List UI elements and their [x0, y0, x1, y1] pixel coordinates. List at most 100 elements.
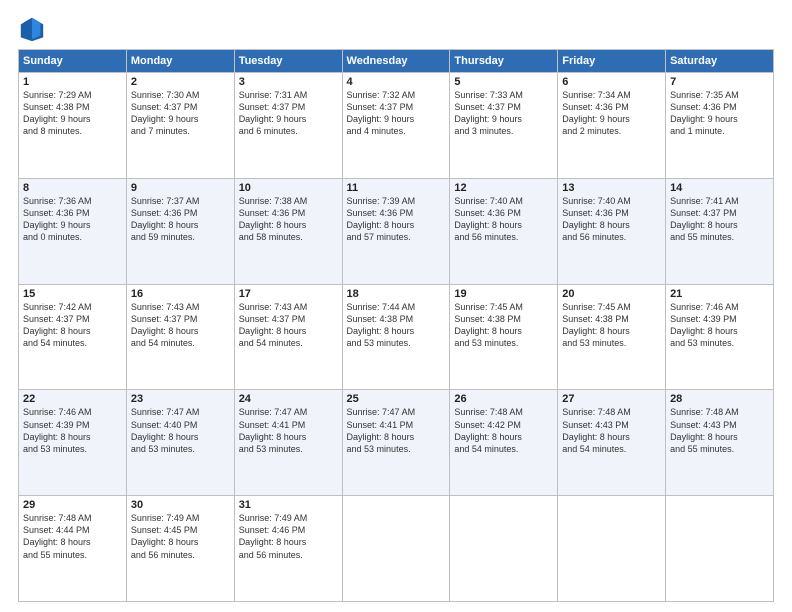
day-info: Sunrise: 7:31 AM Sunset: 4:37 PM Dayligh… [239, 89, 338, 138]
day-cell-12: 12Sunrise: 7:40 AM Sunset: 4:36 PM Dayli… [450, 178, 558, 284]
day-cell-10: 10Sunrise: 7:38 AM Sunset: 4:36 PM Dayli… [234, 178, 342, 284]
day-info: Sunrise: 7:48 AM Sunset: 4:43 PM Dayligh… [670, 406, 769, 455]
day-number: 7 [670, 76, 769, 88]
day-number: 21 [670, 288, 769, 300]
day-number: 11 [347, 182, 446, 194]
day-info: Sunrise: 7:39 AM Sunset: 4:36 PM Dayligh… [347, 195, 446, 244]
day-number: 26 [454, 393, 553, 405]
day-info: Sunrise: 7:38 AM Sunset: 4:36 PM Dayligh… [239, 195, 338, 244]
day-number: 8 [23, 182, 122, 194]
day-info: Sunrise: 7:35 AM Sunset: 4:36 PM Dayligh… [670, 89, 769, 138]
empty-cell [342, 496, 450, 602]
day-info: Sunrise: 7:37 AM Sunset: 4:36 PM Dayligh… [131, 195, 230, 244]
day-cell-4: 4Sunrise: 7:32 AM Sunset: 4:37 PM Daylig… [342, 73, 450, 179]
day-cell-25: 25Sunrise: 7:47 AM Sunset: 4:41 PM Dayli… [342, 390, 450, 496]
day-number: 15 [23, 288, 122, 300]
day-cell-27: 27Sunrise: 7:48 AM Sunset: 4:43 PM Dayli… [558, 390, 666, 496]
day-info: Sunrise: 7:41 AM Sunset: 4:37 PM Dayligh… [670, 195, 769, 244]
calendar-table: SundayMondayTuesdayWednesdayThursdayFrid… [18, 49, 774, 602]
day-cell-31: 31Sunrise: 7:49 AM Sunset: 4:46 PM Dayli… [234, 496, 342, 602]
weekday-wednesday: Wednesday [342, 50, 450, 73]
day-info: Sunrise: 7:40 AM Sunset: 4:36 PM Dayligh… [454, 195, 553, 244]
week-row-1: 1Sunrise: 7:29 AM Sunset: 4:38 PM Daylig… [19, 73, 774, 179]
day-info: Sunrise: 7:45 AM Sunset: 4:38 PM Dayligh… [562, 301, 661, 350]
day-cell-13: 13Sunrise: 7:40 AM Sunset: 4:36 PM Dayli… [558, 178, 666, 284]
day-number: 22 [23, 393, 122, 405]
day-cell-23: 23Sunrise: 7:47 AM Sunset: 4:40 PM Dayli… [126, 390, 234, 496]
weekday-monday: Monday [126, 50, 234, 73]
day-number: 3 [239, 76, 338, 88]
day-info: Sunrise: 7:43 AM Sunset: 4:37 PM Dayligh… [131, 301, 230, 350]
day-cell-22: 22Sunrise: 7:46 AM Sunset: 4:39 PM Dayli… [19, 390, 127, 496]
day-cell-16: 16Sunrise: 7:43 AM Sunset: 4:37 PM Dayli… [126, 284, 234, 390]
weekday-friday: Friday [558, 50, 666, 73]
day-info: Sunrise: 7:45 AM Sunset: 4:38 PM Dayligh… [454, 301, 553, 350]
day-number: 24 [239, 393, 338, 405]
day-cell-9: 9Sunrise: 7:37 AM Sunset: 4:36 PM Daylig… [126, 178, 234, 284]
day-info: Sunrise: 7:48 AM Sunset: 4:43 PM Dayligh… [562, 406, 661, 455]
day-number: 27 [562, 393, 661, 405]
day-cell-29: 29Sunrise: 7:48 AM Sunset: 4:44 PM Dayli… [19, 496, 127, 602]
day-info: Sunrise: 7:29 AM Sunset: 4:38 PM Dayligh… [23, 89, 122, 138]
day-number: 4 [347, 76, 446, 88]
day-cell-24: 24Sunrise: 7:47 AM Sunset: 4:41 PM Dayli… [234, 390, 342, 496]
day-info: Sunrise: 7:43 AM Sunset: 4:37 PM Dayligh… [239, 301, 338, 350]
day-number: 25 [347, 393, 446, 405]
day-cell-7: 7Sunrise: 7:35 AM Sunset: 4:36 PM Daylig… [666, 73, 774, 179]
day-number: 29 [23, 499, 122, 511]
empty-cell [558, 496, 666, 602]
day-cell-18: 18Sunrise: 7:44 AM Sunset: 4:38 PM Dayli… [342, 284, 450, 390]
day-info: Sunrise: 7:30 AM Sunset: 4:37 PM Dayligh… [131, 89, 230, 138]
day-info: Sunrise: 7:48 AM Sunset: 4:42 PM Dayligh… [454, 406, 553, 455]
day-cell-11: 11Sunrise: 7:39 AM Sunset: 4:36 PM Dayli… [342, 178, 450, 284]
logo [18, 15, 50, 43]
day-cell-3: 3Sunrise: 7:31 AM Sunset: 4:37 PM Daylig… [234, 73, 342, 179]
day-info: Sunrise: 7:46 AM Sunset: 4:39 PM Dayligh… [23, 406, 122, 455]
day-number: 28 [670, 393, 769, 405]
day-info: Sunrise: 7:33 AM Sunset: 4:37 PM Dayligh… [454, 89, 553, 138]
day-number: 14 [670, 182, 769, 194]
day-cell-20: 20Sunrise: 7:45 AM Sunset: 4:38 PM Dayli… [558, 284, 666, 390]
day-number: 20 [562, 288, 661, 300]
weekday-saturday: Saturday [666, 50, 774, 73]
day-cell-26: 26Sunrise: 7:48 AM Sunset: 4:42 PM Dayli… [450, 390, 558, 496]
day-number: 19 [454, 288, 553, 300]
day-number: 2 [131, 76, 230, 88]
day-cell-15: 15Sunrise: 7:42 AM Sunset: 4:37 PM Dayli… [19, 284, 127, 390]
day-info: Sunrise: 7:47 AM Sunset: 4:40 PM Dayligh… [131, 406, 230, 455]
day-cell-19: 19Sunrise: 7:45 AM Sunset: 4:38 PM Dayli… [450, 284, 558, 390]
day-info: Sunrise: 7:49 AM Sunset: 4:45 PM Dayligh… [131, 512, 230, 561]
weekday-header-row: SundayMondayTuesdayWednesdayThursdayFrid… [19, 50, 774, 73]
day-cell-21: 21Sunrise: 7:46 AM Sunset: 4:39 PM Dayli… [666, 284, 774, 390]
day-number: 1 [23, 76, 122, 88]
week-row-3: 15Sunrise: 7:42 AM Sunset: 4:37 PM Dayli… [19, 284, 774, 390]
day-cell-28: 28Sunrise: 7:48 AM Sunset: 4:43 PM Dayli… [666, 390, 774, 496]
weekday-sunday: Sunday [19, 50, 127, 73]
day-cell-8: 8Sunrise: 7:36 AM Sunset: 4:36 PM Daylig… [19, 178, 127, 284]
day-cell-14: 14Sunrise: 7:41 AM Sunset: 4:37 PM Dayli… [666, 178, 774, 284]
day-number: 23 [131, 393, 230, 405]
week-row-4: 22Sunrise: 7:46 AM Sunset: 4:39 PM Dayli… [19, 390, 774, 496]
page-header [18, 15, 774, 43]
day-number: 10 [239, 182, 338, 194]
day-cell-2: 2Sunrise: 7:30 AM Sunset: 4:37 PM Daylig… [126, 73, 234, 179]
weekday-thursday: Thursday [450, 50, 558, 73]
day-info: Sunrise: 7:47 AM Sunset: 4:41 PM Dayligh… [347, 406, 446, 455]
day-number: 30 [131, 499, 230, 511]
day-number: 13 [562, 182, 661, 194]
day-info: Sunrise: 7:48 AM Sunset: 4:44 PM Dayligh… [23, 512, 122, 561]
week-row-2: 8Sunrise: 7:36 AM Sunset: 4:36 PM Daylig… [19, 178, 774, 284]
day-number: 18 [347, 288, 446, 300]
day-info: Sunrise: 7:32 AM Sunset: 4:37 PM Dayligh… [347, 89, 446, 138]
week-row-5: 29Sunrise: 7:48 AM Sunset: 4:44 PM Dayli… [19, 496, 774, 602]
day-number: 5 [454, 76, 553, 88]
day-number: 9 [131, 182, 230, 194]
day-info: Sunrise: 7:49 AM Sunset: 4:46 PM Dayligh… [239, 512, 338, 561]
day-info: Sunrise: 7:42 AM Sunset: 4:37 PM Dayligh… [23, 301, 122, 350]
day-cell-30: 30Sunrise: 7:49 AM Sunset: 4:45 PM Dayli… [126, 496, 234, 602]
day-info: Sunrise: 7:44 AM Sunset: 4:38 PM Dayligh… [347, 301, 446, 350]
day-cell-17: 17Sunrise: 7:43 AM Sunset: 4:37 PM Dayli… [234, 284, 342, 390]
day-info: Sunrise: 7:40 AM Sunset: 4:36 PM Dayligh… [562, 195, 661, 244]
day-info: Sunrise: 7:46 AM Sunset: 4:39 PM Dayligh… [670, 301, 769, 350]
weekday-tuesday: Tuesday [234, 50, 342, 73]
